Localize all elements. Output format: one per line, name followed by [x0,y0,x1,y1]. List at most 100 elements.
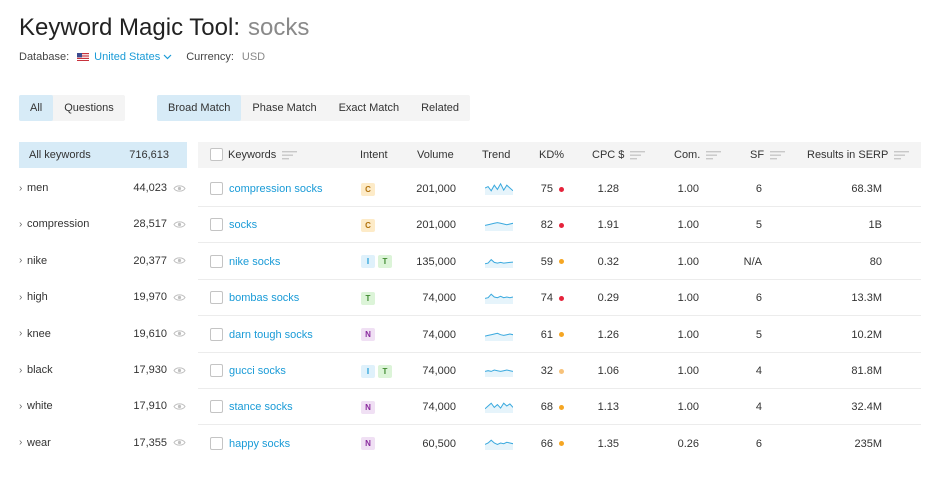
intent-cell: N [361,389,378,425]
sf-cell[interactable]: 6 [734,171,762,207]
row-checkbox[interactable] [210,218,223,232]
chevron-right-icon[interactable]: › [19,255,27,266]
keyword-link[interactable]: darn tough socks [229,317,313,353]
trend-area [485,183,513,195]
group-label: men [27,182,49,194]
intent-badge: T [378,364,392,378]
intent-cell: N [361,426,378,462]
kd-value: 68 [540,401,553,414]
table-row: gucci socks I T 74,000 32 1.06 1.00 4 81.8M [198,353,921,389]
tab-questions[interactable]: Questions [53,95,125,121]
results-cell: 81.8M [851,365,882,377]
sf-cell[interactable]: 6 [734,280,762,316]
keyword-link[interactable]: gucci socks [229,353,286,389]
eye-icon[interactable] [173,366,187,375]
keyword-group-item[interactable]: › nike 20,377 [19,251,187,271]
tab-exact-match[interactable]: Exact Match [328,95,411,121]
keyword-link[interactable]: happy socks [229,426,290,462]
keyword-link[interactable]: compression socks [229,171,323,207]
chevron-right-icon[interactable]: › [19,328,27,339]
keyword-link[interactable]: socks [229,207,257,243]
row-checkbox[interactable] [210,364,223,377]
sf-cell[interactable]: 6 [734,426,762,462]
trend-sparkline [484,254,514,271]
column-keywords[interactable]: Keywords [228,142,298,168]
column-com[interactable]: Com. [674,142,722,168]
column-kd[interactable]: KD% [539,142,564,168]
chevron-right-icon[interactable]: › [19,365,27,376]
keyword-group-item[interactable]: › wear 17,355 [19,433,187,453]
eye-icon[interactable] [173,329,187,338]
keyword-group-item[interactable]: › men 44,023 [19,178,187,198]
eye-icon[interactable] [173,220,187,229]
group-count: 17,930 [133,364,167,376]
tab-related[interactable]: Related [410,95,470,121]
keyword-group-item[interactable]: › black 17,930 [19,360,187,380]
sort-icon [770,150,786,159]
sf-cell[interactable]: 5 [734,317,762,353]
sf-cell[interactable]: 5 [734,207,762,243]
keyword-group-item[interactable]: › high 19,970 [19,287,187,307]
chevron-right-icon[interactable]: › [19,219,27,230]
column-cpc[interactable]: CPC $ [592,142,646,168]
trend-sparkline [484,327,514,344]
intent-badge: N [361,328,375,342]
tab-broad-match[interactable]: Broad Match [157,95,242,121]
column-results[interactable]: Results in SERP [807,142,910,168]
group-label: white [27,400,53,413]
cpc-cell: 1.06 [597,365,619,377]
volume-cell: 74,000 [422,328,456,341]
table-row: compression socks C 201,000 75 1.28 1.00 6 68.3… [198,171,921,207]
database-select[interactable]: United States [77,51,172,63]
row-checkbox[interactable] [210,327,223,341]
column-intent: Intent [360,149,388,161]
row-checkbox[interactable] [210,291,223,305]
column-sf[interactable]: SF [750,142,786,168]
chevron-right-icon[interactable]: › [19,183,27,194]
keyword-group-item[interactable]: › compression 28,517 [19,214,187,234]
intent-badge: N [361,437,375,451]
kd-value: 75 [540,183,553,195]
com-cell: 1.00 [677,255,699,268]
row-checkbox[interactable] [210,400,223,414]
chevron-right-icon[interactable]: › [19,292,27,303]
cpc-cell: 1.26 [597,328,619,341]
group-label: knee [27,327,51,340]
tab-all[interactable]: All [19,95,54,121]
kd-status-dot [559,186,564,192]
all-keywords-label: All keywords [29,149,91,161]
keyword-link[interactable]: bombas socks [229,280,299,316]
trend-area [485,294,513,305]
column-volume[interactable]: Volume [417,142,454,168]
kd-value: 32 [540,365,553,377]
row-checkbox[interactable] [210,182,223,195]
keyword-link[interactable]: stance socks [229,389,293,425]
keyword-group-item[interactable]: › white 17,910 [19,396,187,416]
eye-icon[interactable] [173,438,187,447]
row-checkbox[interactable] [210,436,223,450]
sf-cell[interactable]: 4 [734,389,762,425]
intent-badge: C [361,218,375,232]
eye-icon[interactable] [173,184,187,193]
keyword-group-item[interactable]: › knee 19,610 [19,324,187,344]
cpc-cell: 0.32 [597,255,619,268]
select-all-checkbox[interactable] [210,148,223,161]
eye-icon[interactable] [173,402,187,411]
kd-status-dot [559,332,564,338]
sort-icon [706,150,722,159]
database-value: United States [94,51,161,63]
all-keywords-group[interactable]: All keywords 716,613 [19,142,187,168]
query-text: socks [248,14,310,41]
eye-icon[interactable] [173,293,187,302]
sf-cell[interactable]: 4 [734,353,762,389]
row-checkbox[interactable] [210,254,223,268]
chevron-right-icon[interactable]: › [19,401,27,412]
tab-phase-match[interactable]: Phase Match [241,95,327,121]
eye-icon[interactable] [173,256,187,265]
sf-cell[interactable]: N/A [734,244,762,280]
table-row: socks C 201,000 82 1.91 1.00 5 1B [198,207,921,244]
group-label: high [27,291,48,304]
com-cell: 1.00 [677,219,699,232]
keyword-link[interactable]: nike socks [229,244,280,280]
chevron-right-icon[interactable]: › [19,437,27,448]
